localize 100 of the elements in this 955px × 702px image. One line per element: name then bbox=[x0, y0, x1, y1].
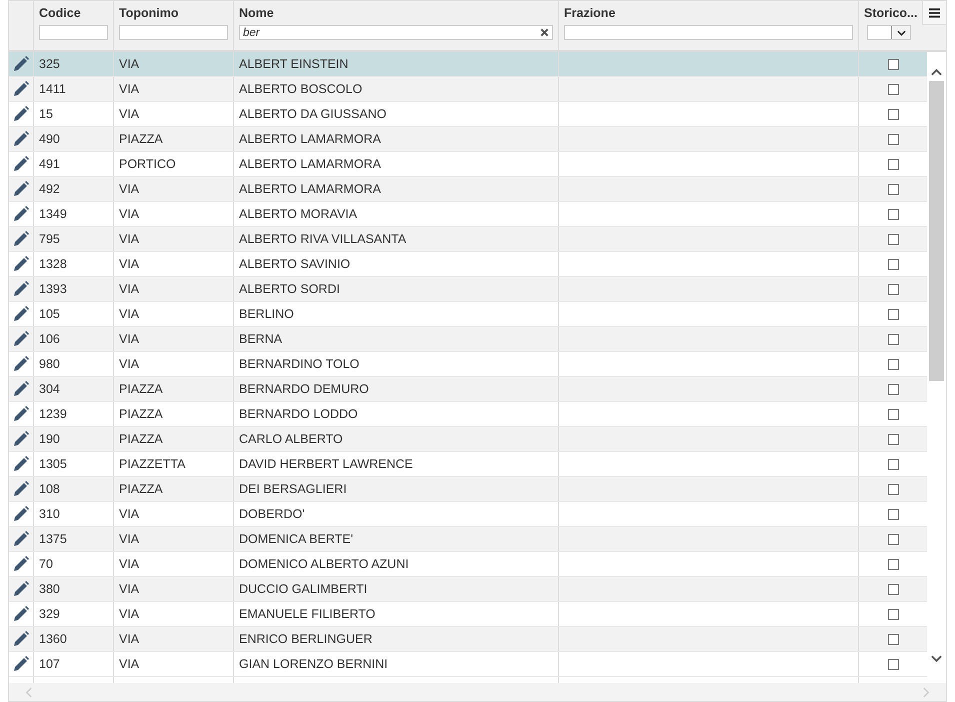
table-cell: VIA bbox=[119, 357, 140, 371]
table-cell: EMANUELE FILIBERTO bbox=[239, 607, 376, 621]
table-cell: PIAZZETTA bbox=[119, 457, 186, 471]
filter-dropdown[interactable] bbox=[867, 25, 911, 40]
pencil-icon[interactable] bbox=[13, 556, 29, 572]
table-cell: DOMENICO ALBERTO AZUNI bbox=[239, 557, 409, 571]
table-cell: ALBERTO MORAVIA bbox=[239, 207, 358, 221]
checkbox[interactable] bbox=[888, 108, 899, 120]
checkbox[interactable] bbox=[888, 234, 899, 244]
table-cell: VIA bbox=[119, 107, 140, 121]
table-cell: 795 bbox=[39, 232, 60, 246]
filter-field[interactable] bbox=[119, 25, 228, 40]
pencil-icon[interactable] bbox=[13, 431, 29, 447]
table-cell: 980 bbox=[39, 357, 60, 371]
pencil-icon[interactable] bbox=[13, 381, 29, 397]
checkbox[interactable] bbox=[888, 334, 899, 344]
table-cell: 1349 bbox=[39, 207, 67, 221]
pencil-icon[interactable] bbox=[13, 81, 29, 97]
checkbox[interactable] bbox=[888, 634, 899, 644]
table-cell: VIA bbox=[119, 207, 140, 221]
pencil-icon[interactable] bbox=[13, 256, 29, 272]
pencil-icon[interactable] bbox=[13, 581, 29, 597]
checkbox[interactable] bbox=[888, 258, 899, 270]
pencil-icon[interactable] bbox=[13, 281, 29, 297]
clear-icon[interactable] bbox=[540, 28, 549, 37]
table-cell: 1393 bbox=[39, 282, 67, 296]
table-cell: 491 bbox=[39, 157, 60, 171]
checkbox[interactable] bbox=[888, 558, 899, 570]
checkbox[interactable] bbox=[888, 658, 899, 670]
pencil-icon[interactable] bbox=[13, 481, 29, 497]
pencil-icon[interactable] bbox=[13, 206, 29, 222]
pencil-icon[interactable] bbox=[13, 331, 29, 347]
table-cell: PIAZZA bbox=[119, 482, 163, 496]
checkbox[interactable] bbox=[888, 184, 899, 194]
table-cell: VIA bbox=[119, 82, 140, 96]
checkbox[interactable] bbox=[888, 434, 899, 444]
table-cell: 1375 bbox=[39, 532, 67, 546]
pencil-icon[interactable] bbox=[13, 631, 29, 647]
column-header[interactable]: Toponimo bbox=[119, 6, 228, 20]
table-cell: 1360 bbox=[39, 632, 67, 646]
table-cell: 325 bbox=[39, 57, 60, 71]
table-cell: BERNARDO DEMURO bbox=[239, 382, 369, 396]
table-cell: VIA bbox=[119, 232, 140, 246]
menu-button[interactable] bbox=[922, 1, 946, 25]
filter-field[interactable] bbox=[39, 25, 108, 40]
checkbox[interactable] bbox=[888, 308, 899, 320]
filter-field[interactable] bbox=[564, 25, 853, 40]
pencil-icon[interactable] bbox=[13, 506, 29, 522]
checkbox[interactable] bbox=[888, 608, 899, 620]
pencil-icon[interactable] bbox=[13, 156, 29, 172]
menu-icon bbox=[929, 8, 940, 18]
pencil-icon[interactable] bbox=[13, 406, 29, 422]
checkbox[interactable] bbox=[888, 84, 899, 94]
table-cell: 1411 bbox=[39, 82, 66, 96]
table-cell: ALBERTO LAMARMORA bbox=[239, 182, 381, 196]
checkbox[interactable] bbox=[888, 458, 899, 470]
checkbox[interactable] bbox=[888, 508, 899, 520]
pencil-icon[interactable] bbox=[13, 131, 29, 147]
checkbox[interactable] bbox=[888, 408, 899, 420]
table-cell: CARLO ALBERTO bbox=[239, 432, 343, 446]
pencil-icon[interactable] bbox=[13, 456, 29, 472]
checkbox[interactable] bbox=[888, 384, 899, 394]
checkbox[interactable] bbox=[888, 534, 899, 544]
table-cell: VIA bbox=[119, 182, 140, 196]
scrollbar-thumb[interactable] bbox=[929, 81, 944, 381]
column-header[interactable]: Nome bbox=[239, 6, 553, 20]
table-cell: VIA bbox=[119, 607, 140, 621]
pencil-icon[interactable] bbox=[13, 656, 29, 672]
table-cell: PIAZZA bbox=[119, 432, 163, 446]
checkbox[interactable] bbox=[888, 358, 899, 370]
pencil-icon[interactable] bbox=[13, 181, 29, 197]
filter-field[interactable]: ber bbox=[239, 25, 553, 40]
table-cell: 105 bbox=[39, 307, 60, 321]
pencil-icon[interactable] bbox=[13, 106, 29, 122]
table-cell: ALBERTO LAMARMORA bbox=[239, 132, 381, 146]
checkbox[interactable] bbox=[888, 158, 899, 170]
column-header[interactable]: Codice bbox=[39, 6, 108, 20]
table-cell: VIA bbox=[119, 657, 140, 671]
checkbox[interactable] bbox=[888, 484, 899, 494]
checkbox[interactable] bbox=[888, 208, 899, 220]
chevron-down-icon[interactable] bbox=[931, 655, 942, 663]
table-cell: ALBERTO LAMARMORA bbox=[239, 157, 381, 171]
pencil-icon[interactable] bbox=[13, 306, 29, 322]
checkbox[interactable] bbox=[888, 284, 899, 294]
table-cell: ALBERTO RIVA VILLASANTA bbox=[239, 232, 406, 246]
table-cell: VIA bbox=[119, 632, 140, 646]
pencil-icon[interactable] bbox=[13, 606, 29, 622]
pencil-icon[interactable] bbox=[13, 231, 29, 247]
checkbox[interactable] bbox=[888, 584, 899, 594]
checkbox[interactable] bbox=[888, 134, 899, 144]
pencil-icon[interactable] bbox=[13, 356, 29, 372]
table-cell: 1305 bbox=[39, 457, 67, 471]
table-cell: VIA bbox=[119, 532, 140, 546]
pencil-icon[interactable] bbox=[13, 56, 29, 72]
table-cell: DAVID HERBERT LAWRENCE bbox=[239, 457, 413, 471]
checkbox[interactable] bbox=[888, 58, 899, 70]
table-cell: GIAN LORENZO BERNINI bbox=[239, 657, 388, 671]
chevron-up-icon[interactable] bbox=[931, 68, 942, 76]
pencil-icon[interactable] bbox=[13, 531, 29, 547]
column-header[interactable]: Frazione bbox=[564, 6, 853, 20]
